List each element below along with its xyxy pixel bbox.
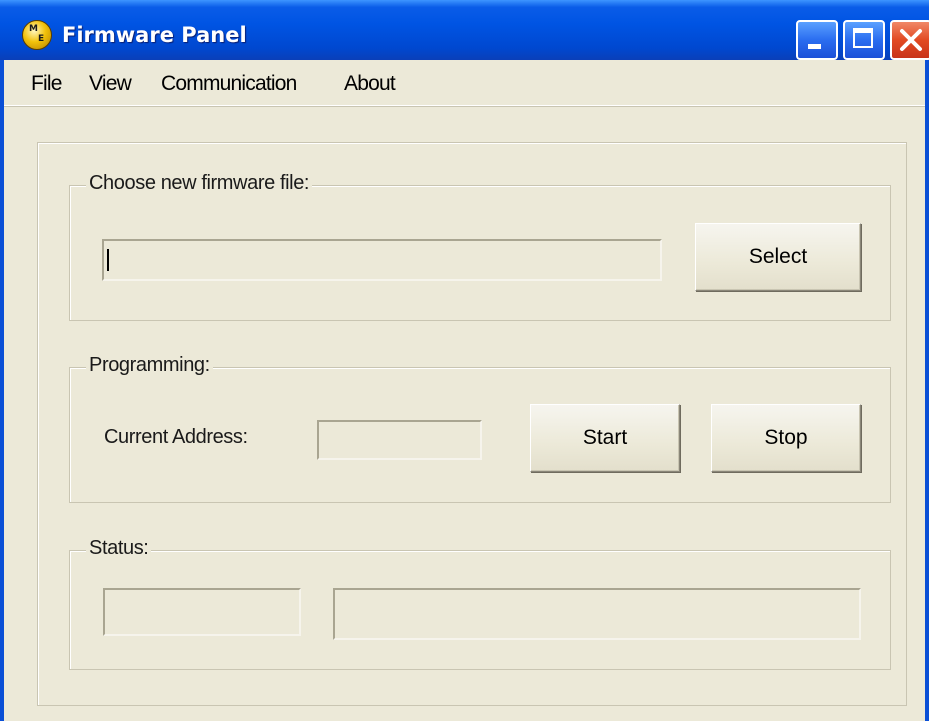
menu-file[interactable]: File [31,72,62,96]
current-address-field [317,420,482,460]
window-frame-right [925,0,929,721]
menu-communication[interactable]: Communication [161,72,297,96]
status-code-field [103,588,301,636]
text-caret [107,249,109,271]
window-frame-left [0,0,4,721]
stop-button[interactable]: Stop [711,404,861,472]
status-message-field [333,588,861,640]
app-logo-icon[interactable]: ME [22,20,52,50]
close-button[interactable] [890,20,929,60]
current-address-label: Current Address: [104,426,248,448]
menu-about[interactable]: About [344,72,396,96]
firmware-file-path-field[interactable] [102,239,662,281]
minimize-button[interactable] [796,20,838,60]
menu-bar: File View Communication About [4,60,925,106]
title-bar[interactable]: ME Firmware Panel [0,0,929,60]
firmware-file-group-label: Choose new firmware file: [86,172,313,195]
menu-view[interactable]: View [89,72,132,96]
firmware-file-group: Choose new firmware file: Select [69,172,891,321]
select-button[interactable]: Select [695,223,861,291]
window-title: Firmware Panel [62,23,247,47]
maximize-button[interactable] [843,20,885,60]
close-icon [900,29,922,51]
start-button[interactable]: Start [530,404,680,472]
programming-group: Programming: Current Address: Start Stop [69,354,891,503]
status-group-label: Status: [86,537,152,560]
programming-group-label: Programming: [86,354,213,377]
status-group: Status: [69,537,891,670]
